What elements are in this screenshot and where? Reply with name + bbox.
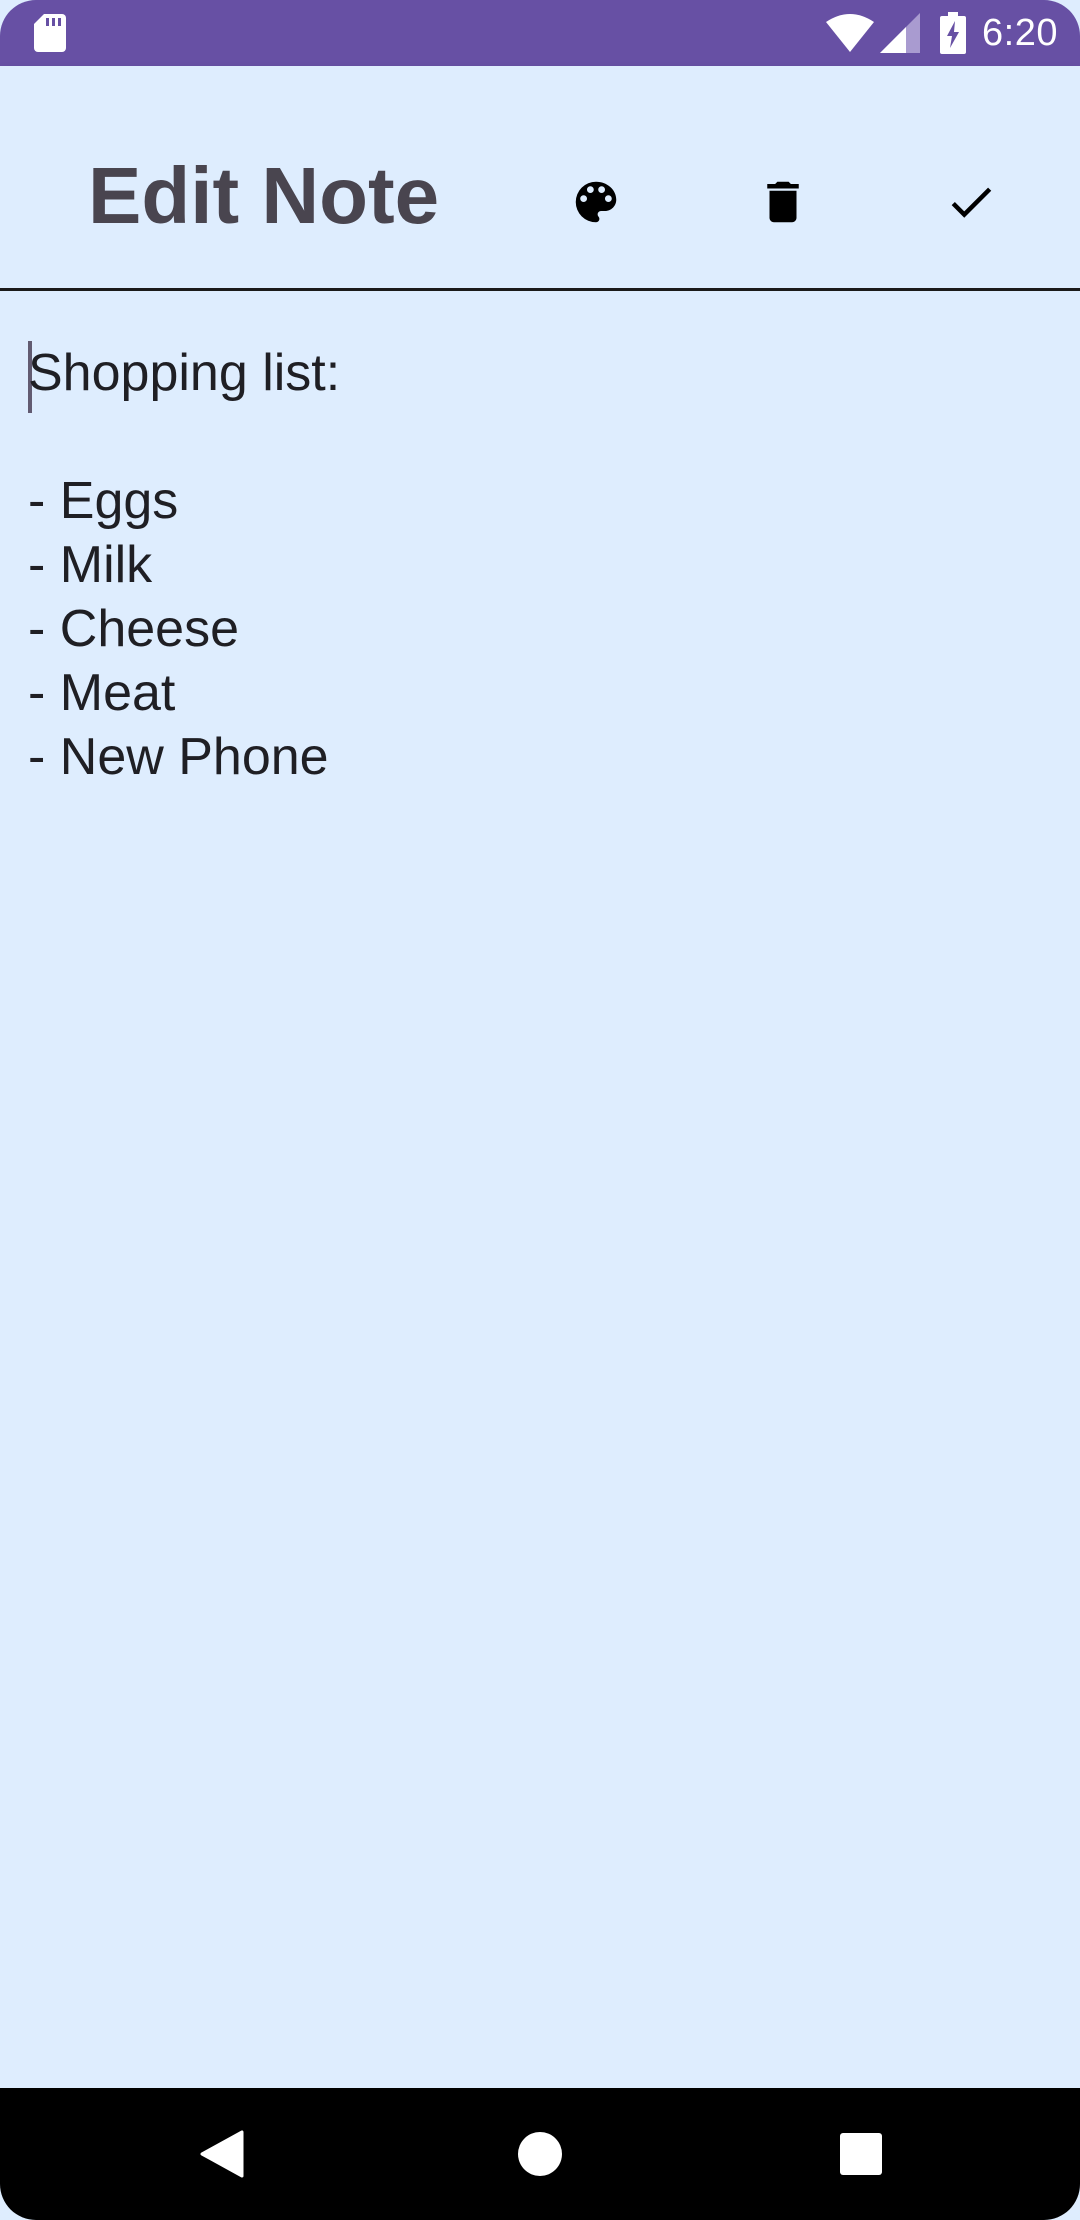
cell-signal-icon — [880, 13, 921, 53]
palette-icon — [575, 181, 617, 223]
nav-home-button[interactable] — [474, 2088, 606, 2220]
status-icons: 6:20 — [826, 0, 1058, 66]
note-content-field[interactable]: Shopping list: - Eggs - Milk - Cheese - … — [28, 341, 340, 789]
check-icon — [951, 187, 992, 218]
sd-card-icon — [34, 14, 66, 52]
battery-charging-icon — [940, 12, 967, 54]
save-note-button[interactable] — [923, 154, 1019, 250]
edit-note-screen: 6:20 Edit Note Shopping list: - Eggs - M… — [0, 0, 1080, 2220]
delete-icon — [767, 181, 799, 223]
delete-note-button[interactable] — [735, 154, 831, 250]
nav-recents-button[interactable] — [795, 2088, 927, 2220]
change-color-button[interactable] — [548, 154, 644, 250]
nav-back-button[interactable] — [156, 2088, 288, 2220]
back-icon — [200, 2130, 244, 2178]
top-app-bar: Edit Note — [0, 66, 1080, 290]
status-time: 6:20 — [982, 11, 1058, 54]
note-editor[interactable]: Shopping list: - Eggs - Milk - Cheese - … — [0, 291, 1080, 2088]
wifi-icon — [826, 14, 875, 52]
home-icon — [518, 2132, 562, 2176]
page-title: Edit Note — [88, 151, 440, 240]
status-bar: 6:20 — [0, 0, 1080, 66]
system-nav-bar — [0, 2088, 1080, 2220]
recents-icon — [840, 2133, 882, 2175]
